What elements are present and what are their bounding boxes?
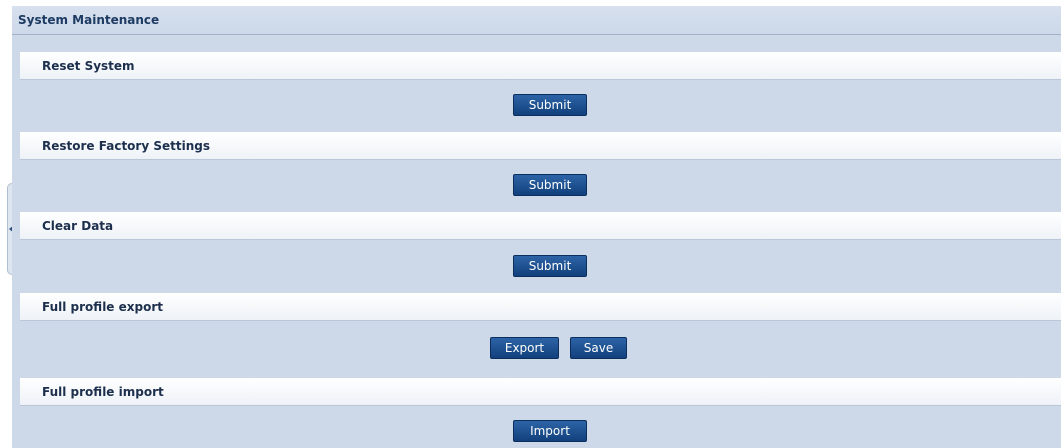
reset-system-submit-button[interactable]: Submit xyxy=(513,94,587,116)
section-title-restore-factory-settings: Restore Factory Settings xyxy=(20,132,1061,160)
system-maintenance-panel: System Maintenance Reset System Submit R… xyxy=(12,6,1061,448)
restore-factory-settings-submit-button[interactable]: Submit xyxy=(513,174,587,196)
section-title-reset-system: Reset System xyxy=(20,52,1061,80)
section-title-clear-data: Clear Data xyxy=(20,212,1061,240)
save-button[interactable]: Save xyxy=(570,337,627,359)
import-button[interactable]: Import xyxy=(513,420,587,442)
export-button[interactable]: Export xyxy=(490,337,559,359)
page-title: System Maintenance xyxy=(12,6,1061,35)
clear-data-submit-button[interactable]: Submit xyxy=(513,255,587,277)
section-title-full-profile-import: Full profile import xyxy=(20,378,1061,406)
section-title-full-profile-export: Full profile export xyxy=(20,293,1061,321)
